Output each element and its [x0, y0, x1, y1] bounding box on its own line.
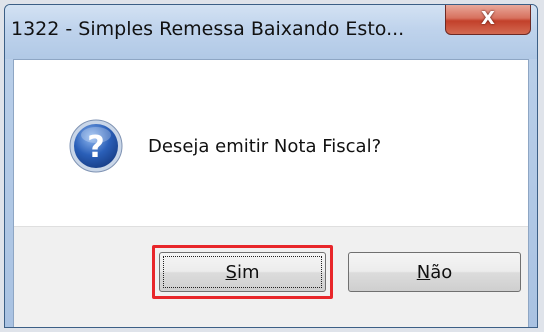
dialog-body: ? Deseja emitir Nota Fiscal? Sim Não [13, 59, 529, 327]
nao-mnemonic: N [416, 261, 431, 283]
dialog-window: 1322 - Simples Remessa Baixando Esto... … [4, 4, 538, 328]
nao-button-label: Não [417, 262, 453, 283]
button-bar: Sim Não [14, 226, 528, 327]
question-icon: ? [69, 119, 123, 173]
nao-label-rest: ão [430, 261, 453, 283]
title-bar[interactable]: 1322 - Simples Remessa Baixando Esto... … [5, 5, 537, 59]
nao-button[interactable]: Não [348, 252, 521, 292]
window-title: 1322 - Simples Remessa Baixando Esto... [11, 18, 405, 40]
highlight-box [152, 245, 333, 299]
dialog-message: Deseja emitir Nota Fiscal? [148, 136, 382, 157]
svg-text:?: ? [87, 130, 104, 165]
close-icon: X [481, 8, 495, 29]
close-button[interactable]: X [445, 5, 531, 35]
message-area: ? Deseja emitir Nota Fiscal? [14, 60, 528, 226]
